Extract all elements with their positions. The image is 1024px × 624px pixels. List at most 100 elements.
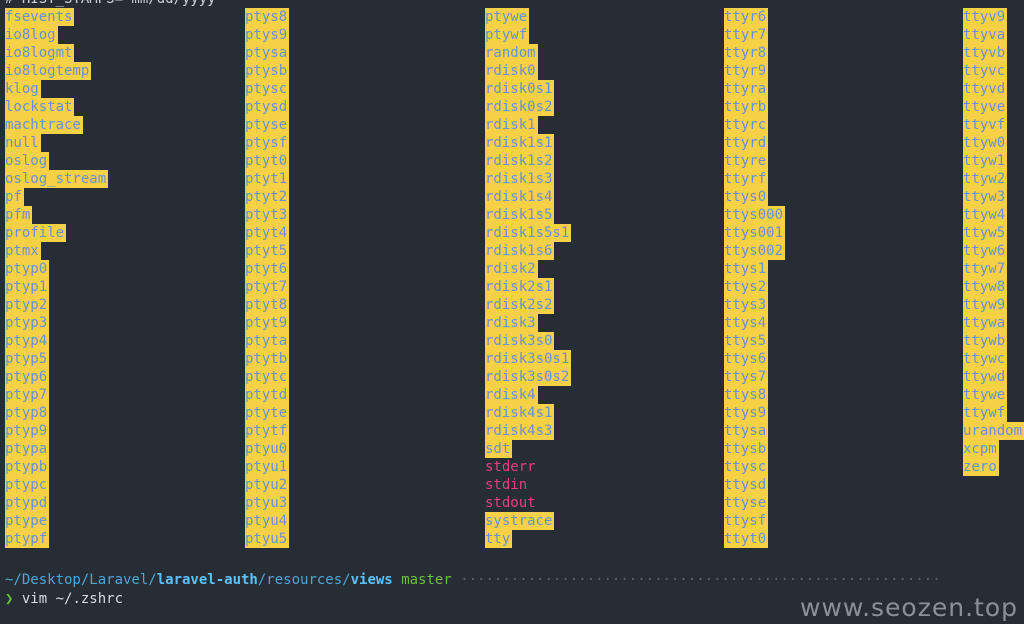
- file-entry: tty: [485, 530, 513, 548]
- file-entry: ptytd: [245, 386, 290, 404]
- file-entry: rdisk0s1: [485, 80, 555, 98]
- path-prefix: ~/Desktop/Laravel/: [5, 572, 157, 588]
- file-entry: rdisk1s4: [485, 188, 555, 206]
- file-entry: ttys001: [724, 224, 786, 242]
- file-entry: ptyp0: [5, 260, 50, 278]
- file-entry: stdout: [485, 495, 536, 511]
- file-entry: ttys002: [724, 242, 786, 260]
- file-entry: ttywd: [963, 368, 1008, 386]
- file-entry: machtrace: [5, 116, 83, 134]
- file-entry: ptyp9: [5, 422, 50, 440]
- file-entry: stderr: [485, 459, 536, 475]
- listing-column-4: ttyr6 ttyr7 ttyr8 ttyr9 ttyra ttyrb ttyrc ttyrd…: [724, 8, 786, 548]
- file-entry: ttyr7: [724, 26, 769, 44]
- file-entry: ttyw4: [963, 206, 1008, 224]
- file-entry: ttyvf: [963, 116, 1008, 134]
- file-entry: ttys0: [724, 188, 769, 206]
- file-entry: ptysf: [245, 134, 290, 152]
- file-entry: io8log: [5, 26, 58, 44]
- file-entry: ttys4: [724, 314, 769, 332]
- file-entry: rdisk0s2: [485, 98, 555, 116]
- file-entry: rdisk4: [485, 386, 538, 404]
- git-branch: master: [401, 572, 452, 588]
- file-entry: ttys3: [724, 296, 769, 314]
- file-entry: ttys6: [724, 350, 769, 368]
- file-entry: ptyp8: [5, 404, 50, 422]
- file-entry: urandom: [963, 422, 1024, 440]
- listing-column-5: ttyv9 ttyva ttyvb ttyvc ttyvd ttyve ttyvf ttyw0…: [963, 8, 1024, 476]
- file-entry: zero: [963, 458, 999, 476]
- file-entry: ptyt7: [245, 278, 290, 296]
- file-entry: ttysb: [724, 440, 769, 458]
- file-entry: ptyt4: [245, 224, 290, 242]
- file-entry: ttyve: [963, 98, 1008, 116]
- listing-column-2: ptys8 ptys9 ptysa ptysb ptysc ptysd ptyse ptysf…: [245, 8, 290, 548]
- file-entry: sdt: [485, 440, 513, 458]
- command-input[interactable]: vim ~/.zshrc: [22, 591, 123, 607]
- file-entry: ttysc: [724, 458, 769, 476]
- file-entry: ptyt8: [245, 296, 290, 314]
- file-entry: ptmx: [5, 242, 41, 260]
- file-entry: ttyv9: [963, 8, 1008, 26]
- file-entry: ptyta: [245, 332, 290, 350]
- file-entry: ttyr9: [724, 62, 769, 80]
- file-entry: ptysa: [245, 44, 290, 62]
- file-entry: ttyrd: [724, 134, 769, 152]
- file-entry: stdin: [485, 477, 528, 493]
- prompt-path-line: ~/Desktop/Laravel/laravel-auth/resources…: [5, 571, 1021, 589]
- file-entry: ptytb: [245, 350, 290, 368]
- file-entry: rdisk2s2: [485, 296, 555, 314]
- file-entry: ttyw8: [963, 278, 1008, 296]
- file-entry: ptyu4: [245, 512, 290, 530]
- file-entry: ttyw1: [963, 152, 1008, 170]
- file-entry: ttyw0: [963, 134, 1008, 152]
- file-entry: rdisk3s0s1: [485, 350, 572, 368]
- listing-column-1: fsevents io8log io8logmt io8logtemp klog lock…: [5, 8, 109, 548]
- file-entry: ttyrf: [724, 170, 769, 188]
- file-entry: ptysc: [245, 80, 290, 98]
- file-entry: ptysd: [245, 98, 290, 116]
- file-entry: ptyp3: [5, 314, 50, 332]
- file-entry: klog: [5, 80, 41, 98]
- file-entry: ttywa: [963, 314, 1008, 332]
- file-entry: ptyu5: [245, 530, 290, 548]
- file-entry: ptyse: [245, 116, 290, 134]
- file-entry: ttyra: [724, 80, 769, 98]
- file-entry: ptytf: [245, 422, 290, 440]
- file-entry: ptyu0: [245, 440, 290, 458]
- file-entry: ttyr8: [724, 44, 769, 62]
- file-entry: ttywc: [963, 350, 1008, 368]
- file-entry: ttywb: [963, 332, 1008, 350]
- file-entry: ttyw9: [963, 296, 1008, 314]
- file-entry: ptyt3: [245, 206, 290, 224]
- file-entry: ptyu1: [245, 458, 290, 476]
- file-entry: ptypd: [5, 494, 50, 512]
- command-line[interactable]: ❯ vim ~/.zshrc: [5, 590, 123, 608]
- file-entry: ptyp6: [5, 368, 50, 386]
- file-entry: ptysb: [245, 62, 290, 80]
- file-entry: ptywe: [485, 8, 530, 26]
- file-entry: ptyp1: [5, 278, 50, 296]
- file-entry: random: [485, 44, 538, 62]
- current-dir: views: [350, 572, 393, 588]
- file-entry: rdisk3s0s2: [485, 368, 572, 386]
- file-entry: oslog_stream: [5, 170, 109, 188]
- file-entry: ptypf: [5, 530, 50, 548]
- file-entry: ttyt0: [724, 530, 769, 548]
- file-entry: ttyre: [724, 152, 769, 170]
- terminal-window[interactable]: # HIST_STAMPS="mm/dd/yyyy" fseventsio8lo…: [0, 0, 1024, 624]
- listing-column-3: ptywe ptywf random rdisk0 rdisk0s1 rdisk0s2 rd…: [485, 8, 572, 548]
- file-entry: ttys9: [724, 404, 769, 422]
- file-entry: ptyp4: [5, 332, 50, 350]
- file-entry: ptyp7: [5, 386, 50, 404]
- file-entry: ptypc: [5, 476, 50, 494]
- file-entry: rdisk1s6: [485, 242, 555, 260]
- file-entry: ttyse: [724, 494, 769, 512]
- file-entry: ttyvb: [963, 44, 1008, 62]
- file-entry: io8logtemp: [5, 62, 92, 80]
- file-entry: ptywf: [485, 26, 530, 44]
- file-entry: rdisk1s3: [485, 170, 555, 188]
- file-entry: ttys000: [724, 206, 786, 224]
- file-entry: ttyva: [963, 26, 1008, 44]
- file-entry: oslog: [5, 152, 50, 170]
